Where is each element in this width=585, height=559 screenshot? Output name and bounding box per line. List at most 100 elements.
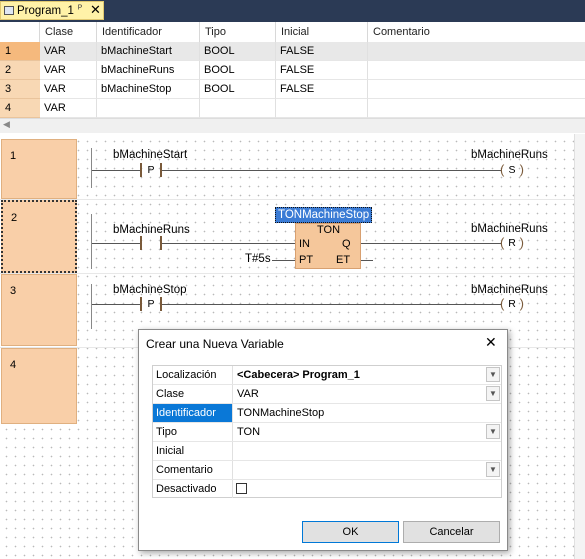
table-row[interactable]: 3 VAR bMachineStop BOOL FALSE [0, 80, 585, 99]
coil-set[interactable]: () S [500, 163, 524, 177]
chevron-down-icon[interactable]: ▼ [486, 462, 500, 477]
wire [92, 304, 140, 305]
rung-4[interactable]: 4 [1, 348, 77, 424]
variable-form: Localización <Cabecera> Program_1 ▼ Clas… [152, 365, 502, 498]
column-header-clase[interactable]: Clase [40, 22, 97, 42]
table-row[interactable]: 4 VAR [0, 99, 585, 118]
field-tipo[interactable]: Tipo TON ▼ [153, 423, 501, 442]
scroll-left-icon[interactable]: ◀ [3, 119, 10, 130]
cell-clase[interactable]: VAR [40, 80, 97, 99]
localizacion-value[interactable]: <Cabecera> Program_1 [237, 366, 360, 384]
cell-identificador[interactable] [97, 99, 200, 118]
program-icon [4, 6, 14, 15]
contact-no[interactable] [140, 236, 162, 250]
identificador-input[interactable]: TONMachineStop [237, 404, 324, 422]
function-block-instance-name[interactable]: TONMachineStop [275, 207, 373, 223]
tab-program-1[interactable]: Program_1 ᴾ ✕ [0, 1, 104, 20]
fb-input-pt: PT [299, 254, 314, 266]
cell-clase[interactable]: VAR [40, 42, 97, 61]
cell-tipo[interactable]: BOOL [200, 42, 276, 61]
field-localizacion[interactable]: Localización <Cabecera> Program_1 ▼ [153, 366, 501, 385]
cell-tipo[interactable] [200, 99, 276, 118]
cell-comentario[interactable] [368, 42, 585, 61]
row-number: 3 [0, 80, 40, 99]
field-label: Desactivado [153, 480, 233, 498]
coil-type-label: R [508, 237, 516, 249]
coil-variable-label[interactable]: bMachineRuns [471, 149, 548, 161]
row-number: 4 [0, 99, 40, 118]
field-comentario[interactable]: Comentario ▼ [153, 461, 501, 480]
contact-variable-label[interactable]: bMachineStart [113, 149, 187, 161]
wire [162, 304, 501, 305]
field-clase[interactable]: Clase VAR ▼ [153, 385, 501, 404]
fb-output-q: Q [342, 238, 351, 250]
field-desactivado[interactable]: Desactivado [153, 480, 501, 499]
column-header-inicial[interactable]: Inicial [276, 22, 368, 42]
cell-inicial[interactable] [276, 99, 368, 118]
cell-clase[interactable]: VAR [40, 61, 97, 80]
field-label: Comentario [153, 461, 233, 479]
contact-p[interactable]: P [140, 163, 162, 177]
cancel-button[interactable]: Cancelar [403, 521, 500, 543]
cell-comentario[interactable] [368, 80, 585, 99]
cell-tipo[interactable]: BOOL [200, 80, 276, 99]
preset-time-value[interactable]: T#5s [245, 253, 271, 265]
coil-reset[interactable]: () R [500, 297, 524, 311]
row-number-header [0, 22, 40, 42]
coil-variable-label[interactable]: bMachineRuns [471, 223, 548, 235]
chevron-down-icon[interactable]: ▼ [486, 386, 500, 401]
row-number: 2 [0, 61, 40, 80]
contact-variable-label[interactable]: bMachineRuns [113, 224, 190, 236]
editor-tab-strip: Program_1 ᴾ ✕ [0, 0, 585, 22]
cell-clase[interactable]: VAR [40, 99, 97, 118]
cell-inicial[interactable]: FALSE [276, 42, 368, 61]
rung-2[interactable]: 2 [1, 200, 77, 273]
variable-table: Clase Identificador Tipo Inicial Comenta… [0, 22, 585, 118]
coil-reset[interactable]: () R [500, 236, 524, 250]
vertical-scrollbar[interactable] [574, 134, 585, 559]
tab-title: Program_1 [17, 5, 74, 17]
horizontal-scrollbar[interactable]: ◀ [0, 118, 585, 133]
clase-value[interactable]: VAR [237, 385, 259, 403]
wire [162, 170, 501, 171]
coil-type-label: R [508, 298, 516, 310]
contact-p[interactable]: P [140, 297, 162, 311]
tipo-value[interactable]: TON [237, 423, 260, 441]
desactivado-checkbox[interactable] [236, 483, 247, 494]
cell-comentario[interactable] [368, 99, 585, 118]
close-icon[interactable]: ✕ [485, 334, 497, 351]
close-tab-icon[interactable]: ✕ [90, 2, 101, 18]
wire [92, 243, 140, 244]
column-header-comentario[interactable]: Comentario [368, 22, 585, 42]
cell-identificador[interactable]: bMachineStop [97, 80, 200, 99]
field-identificador[interactable]: Identificador TONMachineStop [153, 404, 501, 423]
chevron-down-icon[interactable]: ▼ [486, 367, 500, 382]
contact-variable-label[interactable]: bMachineStop [113, 284, 187, 296]
power-rail [91, 214, 92, 269]
cell-inicial[interactable]: FALSE [276, 61, 368, 80]
field-inicial[interactable]: Inicial [153, 442, 501, 461]
power-rail [91, 148, 92, 188]
fb-input-in: IN [299, 238, 310, 250]
cell-comentario[interactable] [368, 61, 585, 80]
rung-number: 2 [11, 212, 18, 224]
rung-divider [0, 273, 585, 274]
field-label: Inicial [153, 442, 233, 460]
table-row[interactable]: 2 VAR bMachineRuns BOOL FALSE [0, 61, 585, 80]
cell-identificador[interactable]: bMachineStart [97, 42, 200, 61]
ok-button[interactable]: OK [302, 521, 399, 543]
cell-inicial[interactable]: FALSE [276, 80, 368, 99]
rung-3[interactable]: 3 [1, 274, 77, 346]
cell-tipo[interactable]: BOOL [200, 61, 276, 80]
table-row[interactable]: 1 VAR bMachineStart BOOL FALSE [0, 42, 585, 61]
coil-variable-label[interactable]: bMachineRuns [471, 284, 548, 296]
column-header-identificador[interactable]: Identificador [97, 22, 200, 42]
ton-function-block[interactable]: TON IN Q PT ET [295, 223, 361, 269]
pin-icon[interactable]: ᴾ [78, 4, 82, 15]
rung-divider [0, 199, 585, 200]
column-header-tipo[interactable]: Tipo [200, 22, 276, 42]
rung-1[interactable]: 1 [1, 139, 77, 199]
dialog-title: Crear una Nueva Variable [146, 337, 284, 351]
cell-identificador[interactable]: bMachineRuns [97, 61, 200, 80]
chevron-down-icon[interactable]: ▼ [486, 424, 500, 439]
